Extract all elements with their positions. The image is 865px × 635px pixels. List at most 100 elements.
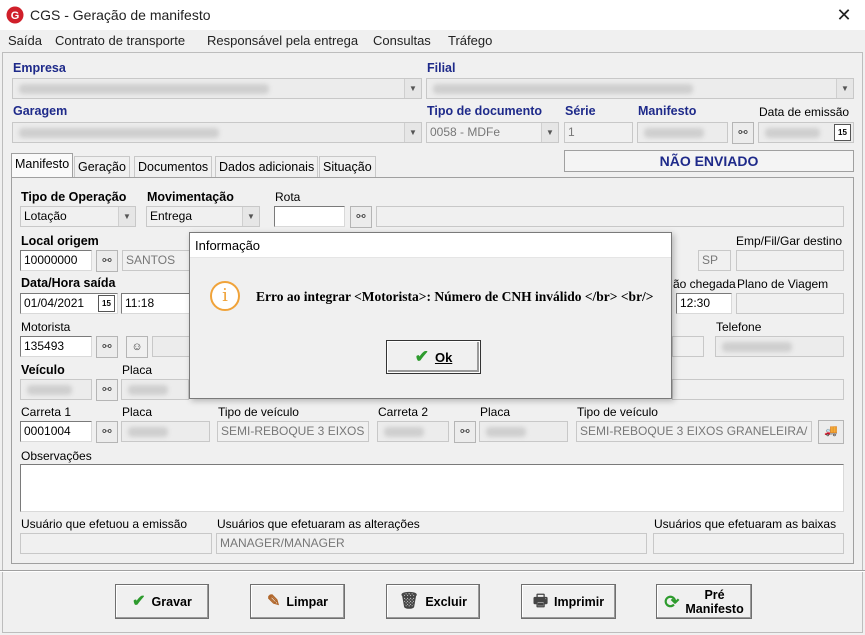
hora-saida-field[interactable]: 11:18	[121, 293, 192, 314]
motorista-label: Motorista	[21, 320, 71, 334]
rota-field[interactable]	[274, 206, 345, 227]
tipo-operacao-select[interactable]: Lotação ▼	[20, 206, 136, 227]
chevron-down-icon[interactable]: ▼	[404, 79, 421, 98]
menu-contrato[interactable]: Contrato de transporte	[55, 33, 185, 48]
garagem-select[interactable]: ▼	[12, 122, 422, 143]
gravar-button[interactable]: ✔ Gravar	[115, 584, 209, 619]
pre-manifesto-button[interactable]: ⟳ Pré Manifesto	[656, 584, 752, 619]
refresh-icon: ⟳	[664, 591, 680, 612]
filial-select[interactable]: ▼	[426, 78, 854, 99]
menu-bar: Saída Contrato de transporte Responsável…	[0, 30, 865, 52]
calendar-icon[interactable]: 15	[834, 124, 851, 141]
carreta1-field[interactable]: 0001004	[20, 421, 92, 442]
status-badge: NÃO ENVIADO	[564, 150, 854, 172]
tab-situacao[interactable]: Situação	[319, 156, 376, 178]
menu-trafego[interactable]: Tráfego	[448, 33, 492, 48]
driver-icon[interactable]: ☺	[126, 336, 148, 358]
limpar-button[interactable]: ✎ Limpar	[250, 584, 345, 619]
eraser-icon: ✎	[266, 592, 281, 610]
menu-responsavel[interactable]: Responsável pela entrega	[207, 33, 358, 48]
plano-viagem-field	[736, 293, 844, 314]
tipo-operacao-label: Tipo de Operação	[21, 190, 127, 204]
excluir-button[interactable]: 🗑 Excluir	[386, 584, 480, 619]
excluir-label: Excluir	[425, 594, 467, 609]
usuario-emissao-field	[20, 533, 212, 554]
previsao-chegada-label: ão chegada	[673, 277, 736, 291]
usuarios-alteracoes-field: MANAGER/MANAGER	[216, 533, 647, 554]
garagem-label: Garagem	[13, 104, 68, 118]
info-icon: i	[210, 281, 240, 311]
placa-field	[121, 379, 189, 400]
observacoes-textarea[interactable]	[20, 464, 844, 512]
usuarios-alteracoes-label: Usuários que efetuaram as alterações	[217, 517, 420, 531]
veiculo-label: Veículo	[21, 363, 65, 377]
motorista-nome-field	[152, 336, 192, 357]
serie-field[interactable]: 1	[564, 122, 633, 143]
calendar-icon[interactable]: 15	[98, 295, 115, 312]
carreta2-label: Carreta 2	[378, 405, 429, 419]
hora-chegada-field[interactable]: 12:30	[676, 293, 732, 314]
placa-label: Placa	[122, 363, 153, 377]
imprimir-label: Imprimir	[554, 594, 605, 609]
tab-documentos[interactable]: Documentos	[134, 156, 213, 178]
motorista-extra-field	[672, 336, 704, 357]
tab-geracao[interactable]: Geração	[74, 156, 130, 178]
carreta2-field[interactable]	[377, 421, 449, 442]
binoculars-icon[interactable]: ⚯	[454, 421, 476, 443]
movimentacao-select[interactable]: Entrega ▼	[146, 206, 260, 227]
local-origem-label: Local origem	[21, 234, 99, 248]
chevron-down-icon[interactable]: ▼	[242, 207, 259, 226]
dialog-title: Informação	[190, 233, 671, 258]
tab-manifesto[interactable]: Manifesto	[11, 153, 74, 178]
binoculars-icon[interactable]: ⚯	[732, 122, 754, 144]
motorista-field[interactable]: 135493	[20, 336, 92, 357]
ok-button[interactable]: ✔ Ok	[386, 340, 481, 374]
serie-label: Série	[565, 104, 596, 118]
divider	[0, 570, 865, 572]
chevron-down-icon[interactable]: ▼	[836, 79, 853, 98]
emp-destino-field	[736, 250, 844, 271]
tab-dados-adicionais[interactable]: Dados adicionais	[215, 156, 319, 178]
veiculo-field[interactable]	[20, 379, 92, 400]
printer-icon: 🖶	[532, 592, 549, 610]
dialog-message: Erro ao integrar <Motorista>: Número de …	[256, 289, 654, 304]
binoculars-icon[interactable]: ⚯	[96, 336, 118, 358]
gravar-label: Gravar	[151, 594, 192, 609]
imprimir-button[interactable]: 🖶 Imprimir	[521, 584, 616, 619]
tipo-veiculo2-field: SEMI-REBOQUE 3 EIXOS GRANELEIRA/	[576, 421, 812, 442]
movimentacao-value: Entrega	[150, 209, 193, 223]
manifesto-field[interactable]	[637, 122, 728, 143]
binoculars-icon[interactable]: ⚯	[96, 379, 118, 401]
data-emissao-label: Data de emissão	[759, 105, 850, 119]
data-saida-field[interactable]: 01/04/2021 15	[20, 293, 118, 314]
chevron-down-icon[interactable]: ▼	[404, 123, 421, 142]
info-dialog: Informação i Erro ao integrar <Motorista…	[189, 232, 672, 399]
window-title: CGS - Geração de manifesto	[30, 7, 211, 23]
tipo-documento-value: 0058 - MDFe	[430, 125, 501, 139]
observacoes-label: Observações	[21, 449, 92, 463]
manifesto-btn-label: Manifesto	[685, 601, 744, 616]
chevron-down-icon[interactable]: ▼	[118, 207, 135, 226]
usuarios-baixas-label: Usuários que efetuaram as baixas	[654, 517, 837, 531]
usuarios-baixas-field	[653, 533, 844, 554]
chevron-down-icon[interactable]: ▼	[541, 123, 558, 142]
tipo-veiculo1-field: SEMI-REBOQUE 3 EIXOS	[217, 421, 369, 442]
binoculars-icon[interactable]: ⚯	[96, 250, 118, 272]
check-icon: ✔	[414, 347, 429, 366]
truck-icon[interactable]: 🚚	[818, 420, 844, 444]
tipo-documento-select[interactable]: 0058 - MDFe ▼	[426, 122, 559, 143]
data-emissao-field[interactable]: 15	[758, 122, 854, 143]
telefone-label: Telefone	[716, 320, 762, 334]
local-origem-code-field[interactable]: 10000000	[20, 250, 92, 271]
placa-carreta1-label: Placa	[122, 405, 153, 419]
menu-consultas[interactable]: Consultas	[373, 33, 431, 48]
check-icon: ✔	[132, 592, 146, 610]
local-origem-city-field: SANTOS	[122, 250, 192, 271]
tipo-veiculo1-label: Tipo de veículo	[218, 405, 299, 419]
binoculars-icon[interactable]: ⚯	[96, 421, 118, 443]
menu-saida[interactable]: Saída	[8, 33, 42, 48]
telefone-field	[715, 336, 844, 357]
binoculars-icon[interactable]: ⚯	[350, 206, 372, 228]
close-icon[interactable]: ✕	[832, 3, 856, 27]
empresa-select[interactable]: ▼	[12, 78, 422, 99]
